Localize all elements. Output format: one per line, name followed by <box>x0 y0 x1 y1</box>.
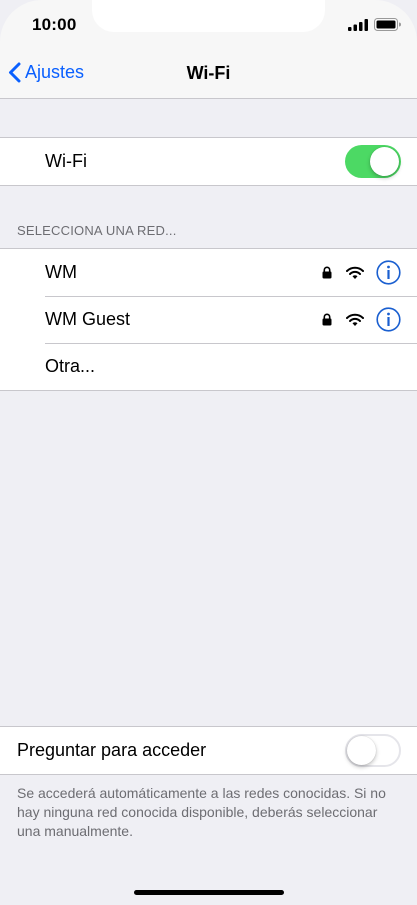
other-network-label: Otra... <box>45 356 96 376</box>
ask-to-join-switch[interactable] <box>345 734 401 767</box>
info-icon[interactable] <box>376 260 401 285</box>
ask-to-join-footer: Se accederá automáticamente a las redes … <box>17 785 386 839</box>
home-indicator[interactable] <box>134 890 284 895</box>
wifi-toggle-label: Wi-Fi <box>45 151 87 171</box>
ask-to-join-row: Preguntar para acceder <box>0 727 417 774</box>
wifi-switch[interactable] <box>345 145 401 178</box>
network-row-other[interactable]: Otra... <box>0 343 417 390</box>
network-status-icons <box>322 249 401 296</box>
cellular-signal-icon <box>348 19 368 31</box>
network-row-wm[interactable]: WM <box>0 249 417 296</box>
info-icon[interactable] <box>376 307 401 332</box>
network-status-icons <box>322 296 401 343</box>
switch-knob <box>370 147 399 176</box>
status-time: 10:00 <box>32 15 77 34</box>
network-row-wm-guest[interactable]: WM Guest <box>0 296 417 343</box>
ask-to-join-label: Preguntar para acceder <box>17 740 207 760</box>
notch <box>92 0 325 32</box>
wifi-toggle-row: Wi-Fi <box>0 138 417 185</box>
lock-icon <box>322 266 332 279</box>
networks-list: WM WM Guest Otra... <box>0 248 417 391</box>
navigation-bar: Ajustes Wi-Fi <box>0 48 417 99</box>
wifi-toggle-group: Wi-Fi <box>0 137 417 186</box>
network-name: WM Guest <box>45 309 131 329</box>
wifi-icon <box>346 266 364 279</box>
ask-to-join-group: Preguntar para acceder <box>0 726 417 775</box>
switch-knob <box>347 736 376 765</box>
network-name: WM <box>45 262 77 282</box>
networks-section-header: SELECCIONA UNA RED... <box>17 223 177 238</box>
phone-screen: 10:00 Ajustes Wi-Fi Wi-Fi SELECCIONA UNA… <box>0 0 417 905</box>
lock-icon <box>322 313 332 326</box>
status-bar: 10:00 <box>0 0 417 48</box>
battery-icon <box>374 18 401 31</box>
wifi-icon <box>346 313 364 326</box>
page-title: Wi-Fi <box>186 63 231 83</box>
